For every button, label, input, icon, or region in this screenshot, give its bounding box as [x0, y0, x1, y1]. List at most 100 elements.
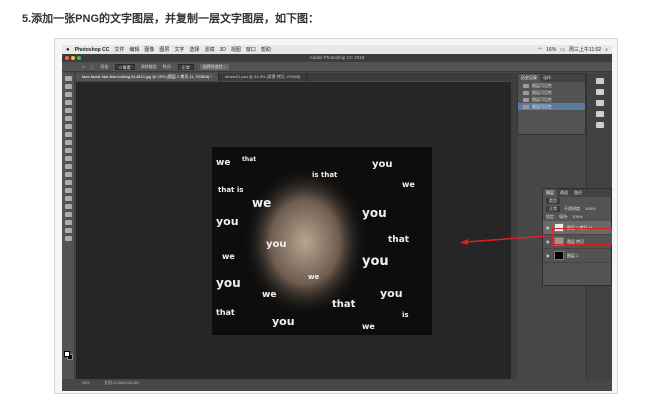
- eyedropper-icon[interactable]: [64, 116, 72, 121]
- swatches-panel-icon[interactable]: [595, 89, 604, 95]
- zoom-level[interactable]: 25%: [82, 379, 90, 386]
- menu-file[interactable]: 文件: [114, 46, 124, 53]
- fill-value[interactable]: 100%: [572, 213, 582, 221]
- search-icon[interactable]: ⌕: [605, 47, 608, 53]
- adjustments-panel-icon[interactable]: [595, 100, 604, 106]
- apple-icon[interactable]: ●: [66, 47, 70, 53]
- svg-text:you: you: [380, 287, 403, 300]
- gradient-icon[interactable]: [64, 164, 72, 169]
- pen-icon[interactable]: [64, 188, 72, 193]
- type-icon[interactable]: [64, 196, 72, 201]
- svg-text:we: we: [262, 290, 276, 300]
- layer-name: 图层 1: [567, 252, 579, 258]
- more-tools-icon[interactable]: [64, 236, 72, 241]
- menu-filter[interactable]: 滤镜: [204, 46, 214, 53]
- dodge-icon[interactable]: [64, 180, 72, 185]
- move-tool-icon[interactable]: [64, 76, 72, 81]
- marquee-icon[interactable]: [64, 84, 72, 89]
- svg-text:you: you: [266, 239, 287, 250]
- quick-select-icon[interactable]: [64, 100, 72, 105]
- tab-paths[interactable]: 路径: [571, 189, 585, 197]
- path-select-icon[interactable]: [64, 204, 72, 209]
- history-item-label: 图层可见性: [532, 96, 552, 102]
- select-mask-button[interactable]: 选择并遮住...: [199, 63, 230, 70]
- menu-3d[interactable]: 3D: [219, 47, 225, 53]
- clock[interactable]: 周三上午11:02: [569, 46, 601, 53]
- doc-tab-renew[interactable]: renew01.psd @ 33.3% (背景 拷贝, RGB/8): [219, 73, 308, 81]
- history-brush-icon[interactable]: [64, 148, 72, 153]
- svg-text:that: that: [388, 235, 410, 245]
- lasso-icon[interactable]: [64, 92, 72, 97]
- color-panel-icon[interactable]: [595, 78, 604, 84]
- style-select[interactable]: 正常: [177, 63, 194, 70]
- libraries-panel-icon[interactable]: [595, 122, 604, 128]
- marquee-tool-icon[interactable]: ⬚: [90, 64, 94, 69]
- blur-icon[interactable]: [64, 172, 72, 177]
- properties-panel-icon[interactable]: [595, 111, 604, 117]
- blend-mode-select[interactable]: 正常: [546, 206, 560, 212]
- crop-icon[interactable]: [64, 108, 72, 113]
- menu-app[interactable]: Photoshop CC: [75, 47, 110, 53]
- options-bar: ⌂ ⬚ 羽化: 0 像素 消除锯齿 样式: 正常 选择并遮住...: [62, 62, 612, 72]
- photoshop-window: ● Photoshop CC 文件 编辑 图像 图层 文字 选择 滤镜 3D 视…: [62, 45, 612, 391]
- svg-text:that: that: [242, 156, 256, 163]
- svg-text:you: you: [362, 206, 387, 220]
- menu-view[interactable]: 视图: [231, 46, 241, 53]
- shape-icon[interactable]: [64, 212, 72, 217]
- opacity-value[interactable]: 100%: [585, 205, 595, 213]
- healing-icon[interactable]: [64, 124, 72, 129]
- window-title: Adobe Photoshop CC 2018: [62, 54, 612, 62]
- svg-text:we: we: [252, 196, 271, 210]
- eye-icon[interactable]: ◉: [546, 225, 551, 230]
- menu-window[interactable]: 窗口: [246, 46, 256, 53]
- history-item[interactable]: 图层可见性: [518, 89, 585, 96]
- svg-text:that is: that is: [218, 186, 243, 194]
- foreground-color-swatch[interactable]: [64, 351, 70, 357]
- history-state-icon: [523, 90, 529, 95]
- antialias-checkbox[interactable]: 消除锯齿: [141, 64, 157, 70]
- history-item-label: 图层可见性: [532, 89, 552, 95]
- typographic-portrait-canvas[interactable]: we that you we that is we you you that y…: [212, 147, 432, 335]
- zoom-icon[interactable]: [64, 228, 72, 233]
- layer-row-layer-1[interactable]: ◉ 图层 1: [543, 249, 611, 263]
- eraser-icon[interactable]: [64, 156, 72, 161]
- hand-icon[interactable]: [64, 220, 72, 225]
- screenshot-frame: ● Photoshop CC 文件 编辑 图像 图层 文字 选择 滤镜 3D 视…: [54, 38, 618, 394]
- doc-tab-active[interactable]: face-facial-hair-fine-looking-614810.jpg…: [76, 73, 219, 81]
- svg-text:we: we: [308, 273, 319, 281]
- svg-text:you: you: [372, 159, 393, 170]
- wifi-icon[interactable]: ◠: [538, 47, 542, 53]
- battery-icon[interactable]: ▭: [560, 47, 565, 53]
- menu-edit[interactable]: 编辑: [129, 46, 139, 53]
- menu-layer[interactable]: 图层: [159, 46, 169, 53]
- tab-actions[interactable]: 动作: [540, 74, 554, 82]
- history-item[interactable]: 图层可见性: [518, 82, 585, 89]
- mac-menubar: ● Photoshop CC 文件 编辑 图像 图层 文字 选择 滤镜 3D 视…: [62, 45, 612, 54]
- tab-history[interactable]: 历史记录: [518, 74, 540, 82]
- history-state-icon: [523, 97, 529, 102]
- svg-text:you: you: [362, 254, 389, 269]
- maximize-icon[interactable]: [77, 56, 81, 60]
- menu-select[interactable]: 选择: [189, 46, 199, 53]
- highlight-box: [552, 228, 612, 245]
- svg-text:you: you: [216, 276, 241, 290]
- svg-text:we: we: [222, 252, 235, 261]
- svg-text:we: we: [216, 158, 230, 168]
- brush-icon[interactable]: [64, 132, 72, 137]
- layer-kind-filter[interactable]: 类型: [546, 198, 560, 204]
- home-icon[interactable]: ⌂: [82, 64, 84, 69]
- tab-layers[interactable]: 图层: [543, 189, 557, 197]
- close-icon[interactable]: [65, 56, 69, 60]
- menu-image[interactable]: 图像: [144, 46, 154, 53]
- tab-channels[interactable]: 通道: [557, 189, 571, 197]
- history-item-selected[interactable]: 图层可见性: [518, 103, 585, 110]
- stamp-icon[interactable]: [64, 140, 72, 145]
- status-bar: 25% 文档:23.6M/103.3M: [76, 379, 511, 386]
- menu-help[interactable]: 帮助: [261, 46, 271, 53]
- eye-icon[interactable]: ◉: [546, 253, 551, 258]
- menu-type[interactable]: 文字: [174, 46, 184, 53]
- history-item[interactable]: 图层可见性: [518, 96, 585, 103]
- lock-label: 锁定:: [546, 214, 556, 219]
- minimize-icon[interactable]: [71, 56, 75, 60]
- feather-input[interactable]: 0 像素: [115, 63, 135, 70]
